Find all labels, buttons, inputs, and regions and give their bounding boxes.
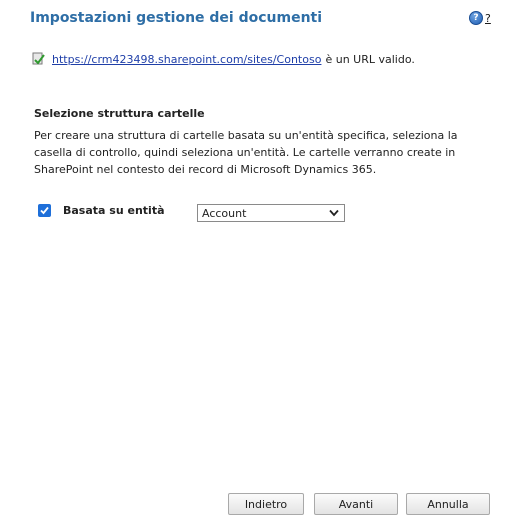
checkmark-icon: [40, 206, 49, 215]
entity-based-row: Basata su entità: [38, 204, 165, 217]
url-validation-row: https://crm423498.sharepoint.com/sites/C…: [32, 52, 415, 66]
back-button[interactable]: Indietro: [228, 493, 304, 515]
next-button[interactable]: Avanti: [314, 493, 398, 515]
valid-url-check-icon: [32, 52, 45, 65]
cancel-button-label: Annulla: [427, 497, 469, 511]
sharepoint-url-link[interactable]: https://crm423498.sharepoint.com/sites/C…: [52, 53, 321, 66]
entity-select[interactable]: Account: [197, 204, 345, 222]
url-valid-text: è un URL valido.: [325, 52, 415, 66]
chevron-down-icon: [329, 209, 339, 217]
help-button[interactable]: ? ?: [469, 11, 491, 25]
entity-select-value: Account: [202, 206, 247, 220]
back-button-label: Indietro: [244, 497, 288, 511]
help-icon[interactable]: ?: [469, 11, 483, 25]
entity-based-label: Basata su entità: [63, 204, 165, 217]
help-link[interactable]: ?: [485, 12, 491, 25]
dialog-title: Impostazioni gestione dei documenti: [30, 10, 323, 26]
folder-structure-description: Per creare una struttura di cartelle bas…: [34, 129, 458, 176]
cancel-button[interactable]: Annulla: [406, 493, 490, 515]
entity-based-checkbox[interactable]: [38, 204, 51, 217]
next-button-label: Avanti: [338, 497, 374, 511]
folder-structure-heading: Selezione struttura cartelle: [34, 107, 205, 120]
